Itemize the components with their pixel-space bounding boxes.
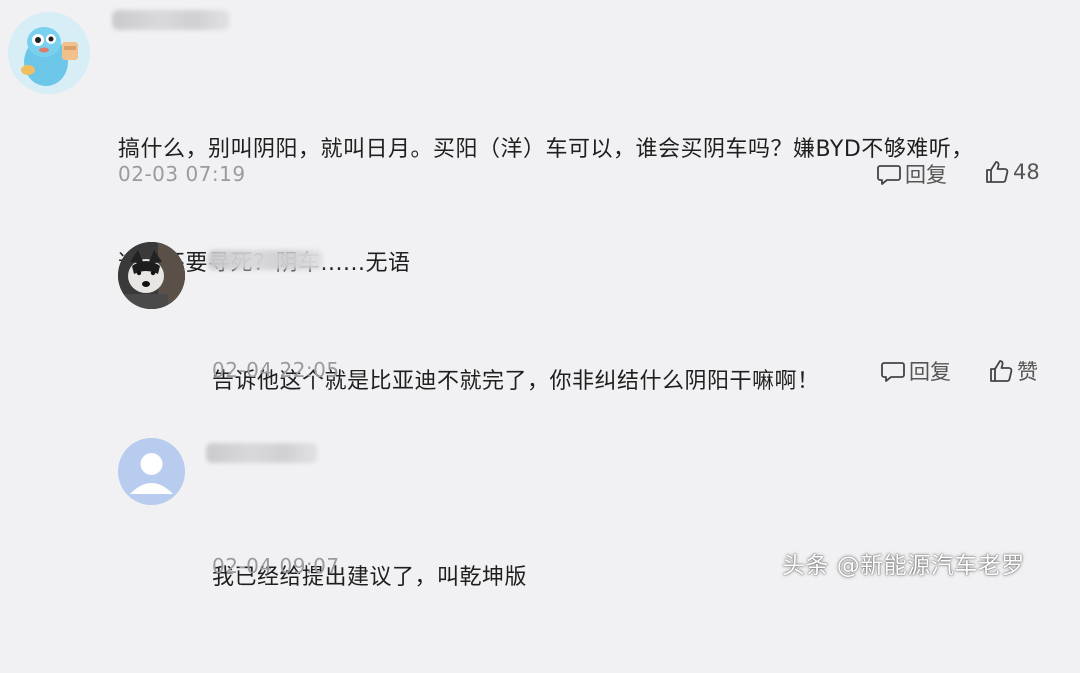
username-blurred[interactable] [206, 443, 318, 463]
dog-photo-avatar-icon [118, 242, 185, 309]
comment-time: 02-03 07:19 [118, 162, 246, 186]
thumbs-up-icon [990, 360, 1013, 382]
username-blurred[interactable] [208, 250, 323, 270]
comment-time: 02-04 22:05 [212, 358, 340, 382]
reply-label: 回复 [909, 360, 951, 384]
avatar[interactable] [118, 438, 185, 505]
default-user-avatar-icon [118, 438, 185, 505]
comment-item: 告诉他这个就是比亚迪不就完了，你非纠结什么阴阳干嘛啊！ 02-04 22:05 … [0, 215, 1080, 415]
like-label: 赞 [1017, 360, 1038, 384]
like-button[interactable]: 48 [984, 159, 1040, 185]
reply-label: 回复 [905, 163, 947, 187]
comment-bubble-icon [877, 165, 901, 185]
thumbs-up-icon [986, 161, 1009, 183]
like-button[interactable]: 赞 [988, 356, 1038, 386]
watermark: 头条 @新能源汽车老罗 [782, 553, 1025, 579]
reply-button[interactable]: 回复 [876, 159, 947, 189]
avatar[interactable] [8, 12, 90, 94]
comment-item: 搞什么，别叫阴阳，就叫日月。买阳（洋）车可以，谁会买阴车吗？嫌BYD不够难听， … [0, 0, 1080, 276]
avatar[interactable] [118, 242, 185, 309]
comment-bubble-icon [881, 362, 905, 382]
like-count: 48 [1013, 160, 1040, 184]
cartoon-avatar-icon [8, 12, 90, 94]
reply-button[interactable]: 回复 [880, 356, 951, 386]
comment-time: 02-04 09:07 [212, 554, 340, 578]
username-blurred[interactable] [112, 10, 230, 30]
